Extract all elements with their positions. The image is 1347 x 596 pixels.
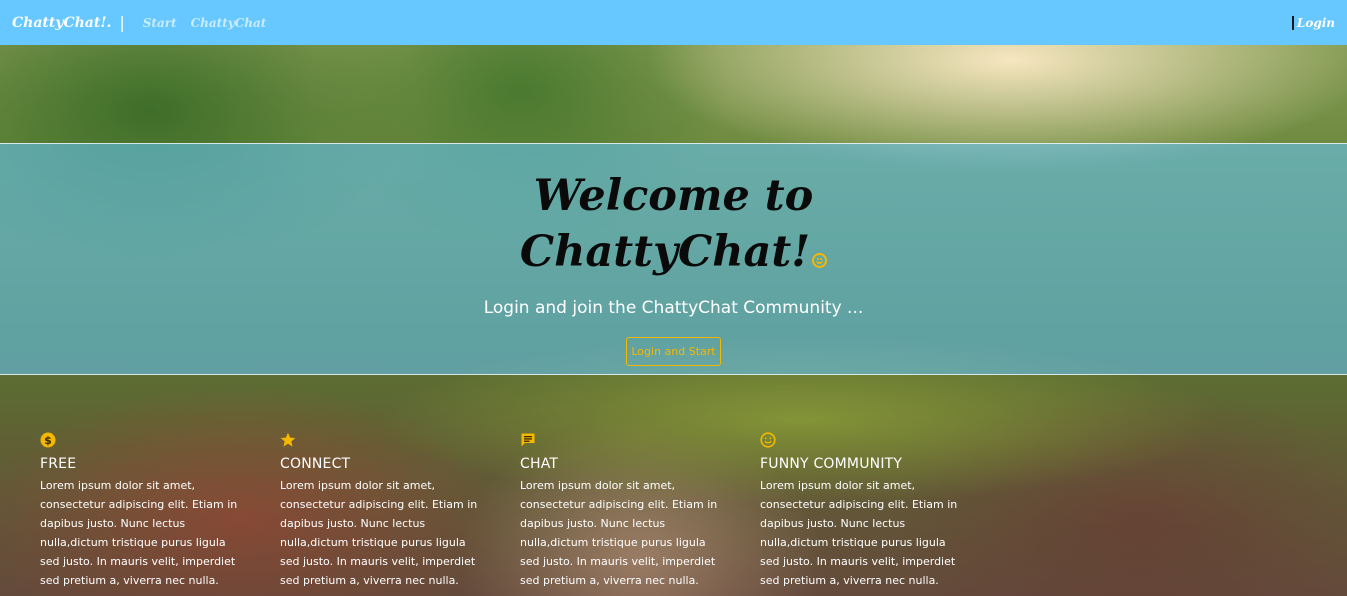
brand-separator: |: [119, 13, 125, 32]
top-navbar: ChattyChat!. | Start ChattyChat Login: [0, 0, 1347, 45]
feature-title: FUNNY COMMUNITY: [760, 456, 903, 472]
feature-title: CHAT: [520, 456, 559, 472]
star-icon: [280, 432, 296, 447]
smiley-icon: [812, 253, 828, 268]
feature-text: Lorem ipsum dolor sit amet, consectetur …: [280, 479, 478, 587]
feature-chat: CHAT Lorem ipsum dolor sit amet, consect…: [520, 432, 740, 590]
feature-free: $ FREE Lorem ipsum dolor sit amet, conse…: [40, 432, 260, 590]
nav-link-start[interactable]: Start: [143, 16, 177, 30]
hero-title-line2-wrap: ChattyChat!: [0, 224, 1347, 280]
feature-connect: CONNECT Lorem ipsum dolor sit amet, cons…: [280, 432, 500, 590]
feature-text: Lorem ipsum dolor sit amet, consectetur …: [520, 479, 718, 587]
chat-icon: [521, 433, 535, 447]
login-and-start-button[interactable]: Login and Start: [626, 337, 721, 366]
nav-divider: [1291, 15, 1294, 30]
brand-logo[interactable]: ChattyChat!.: [12, 15, 111, 31]
feature-title: FREE: [40, 456, 77, 472]
feature-funny-community: FUNNY COMMUNITY Lorem ipsum dolor sit am…: [760, 432, 980, 590]
hero-banner: Welcome to ChattyChat! Login and join th…: [0, 143, 1347, 375]
svg-text:$: $: [44, 434, 52, 447]
dollar-icon: $: [40, 432, 56, 448]
nav-link-chattychat[interactable]: ChattyChat: [191, 16, 267, 30]
hero-subtitle: Login and join the ChattyChat Community …: [483, 298, 864, 318]
login-link[interactable]: Login: [1297, 16, 1335, 30]
hero-title-line1: Welcome to: [533, 171, 814, 221]
feature-title: CONNECT: [280, 456, 351, 472]
feature-text: Lorem ipsum dolor sit amet, consectetur …: [40, 479, 238, 587]
nav-right-group: Login: [1291, 15, 1335, 30]
feature-text: Lorem ipsum dolor sit amet, consectetur …: [760, 479, 958, 587]
hero-title-line2: ChattyChat!: [519, 227, 811, 277]
hero-title: Welcome to ChattyChat!: [0, 168, 1347, 280]
smiley-icon: [760, 432, 776, 448]
